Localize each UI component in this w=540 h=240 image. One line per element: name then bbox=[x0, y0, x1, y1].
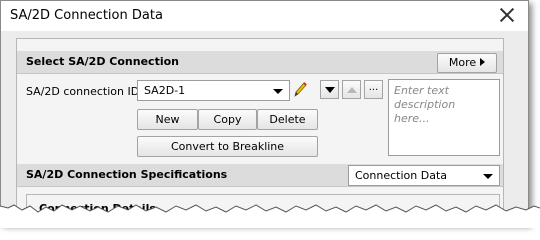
convert-button-label: Convert to Breakline bbox=[170, 140, 285, 153]
description-textarea[interactable]: Enter text description here... bbox=[388, 79, 500, 156]
select-section-title: Select SA/2D Connection bbox=[26, 55, 179, 68]
more-button-label: More bbox=[448, 56, 477, 69]
next-button[interactable] bbox=[320, 80, 339, 99]
arrow-right-icon bbox=[480, 58, 486, 66]
triangle-up-icon bbox=[347, 87, 357, 93]
dialog-window: SA/2D Connection Data Select SA/2D Conne… bbox=[0, 0, 529, 224]
chevron-down-icon bbox=[273, 89, 283, 94]
delete-button-label: Delete bbox=[269, 113, 306, 126]
copy-button[interactable]: Copy bbox=[198, 109, 257, 130]
connection-id-label: SA/2D connection ID: bbox=[26, 85, 143, 98]
connection-id-value: SA2D-1 bbox=[144, 84, 186, 97]
window-title: SA/2D Connection Data bbox=[10, 8, 163, 23]
more-button[interactable]: More bbox=[437, 53, 497, 73]
close-icon[interactable] bbox=[498, 6, 516, 24]
new-button[interactable]: New bbox=[137, 109, 198, 130]
chevron-down-icon bbox=[483, 174, 493, 179]
spec-view-dropdown[interactable]: Connection Data bbox=[348, 165, 500, 186]
description-placeholder: Enter text description here... bbox=[394, 84, 456, 125]
browse-button[interactable]: ... bbox=[364, 80, 383, 99]
delete-button[interactable]: Delete bbox=[257, 109, 318, 130]
pencil-icon[interactable] bbox=[292, 81, 308, 99]
torn-edge-overlay bbox=[0, 204, 540, 228]
convert-to-breakline-button[interactable]: Convert to Breakline bbox=[137, 136, 318, 157]
triangle-down-icon bbox=[325, 87, 335, 93]
previous-button[interactable] bbox=[342, 80, 361, 99]
spec-section-title: SA/2D Connection Specifications bbox=[26, 168, 228, 181]
title-bar: SA/2D Connection Data bbox=[1, 1, 528, 31]
connection-id-dropdown[interactable]: SA2D-1 bbox=[137, 80, 290, 101]
new-button-label: New bbox=[155, 113, 180, 126]
copy-button-label: Copy bbox=[213, 113, 242, 126]
spec-view-value: Connection Data bbox=[355, 169, 448, 182]
select-section-header: Select SA/2D Connection More bbox=[17, 51, 503, 74]
ellipsis-icon: ... bbox=[368, 82, 379, 93]
